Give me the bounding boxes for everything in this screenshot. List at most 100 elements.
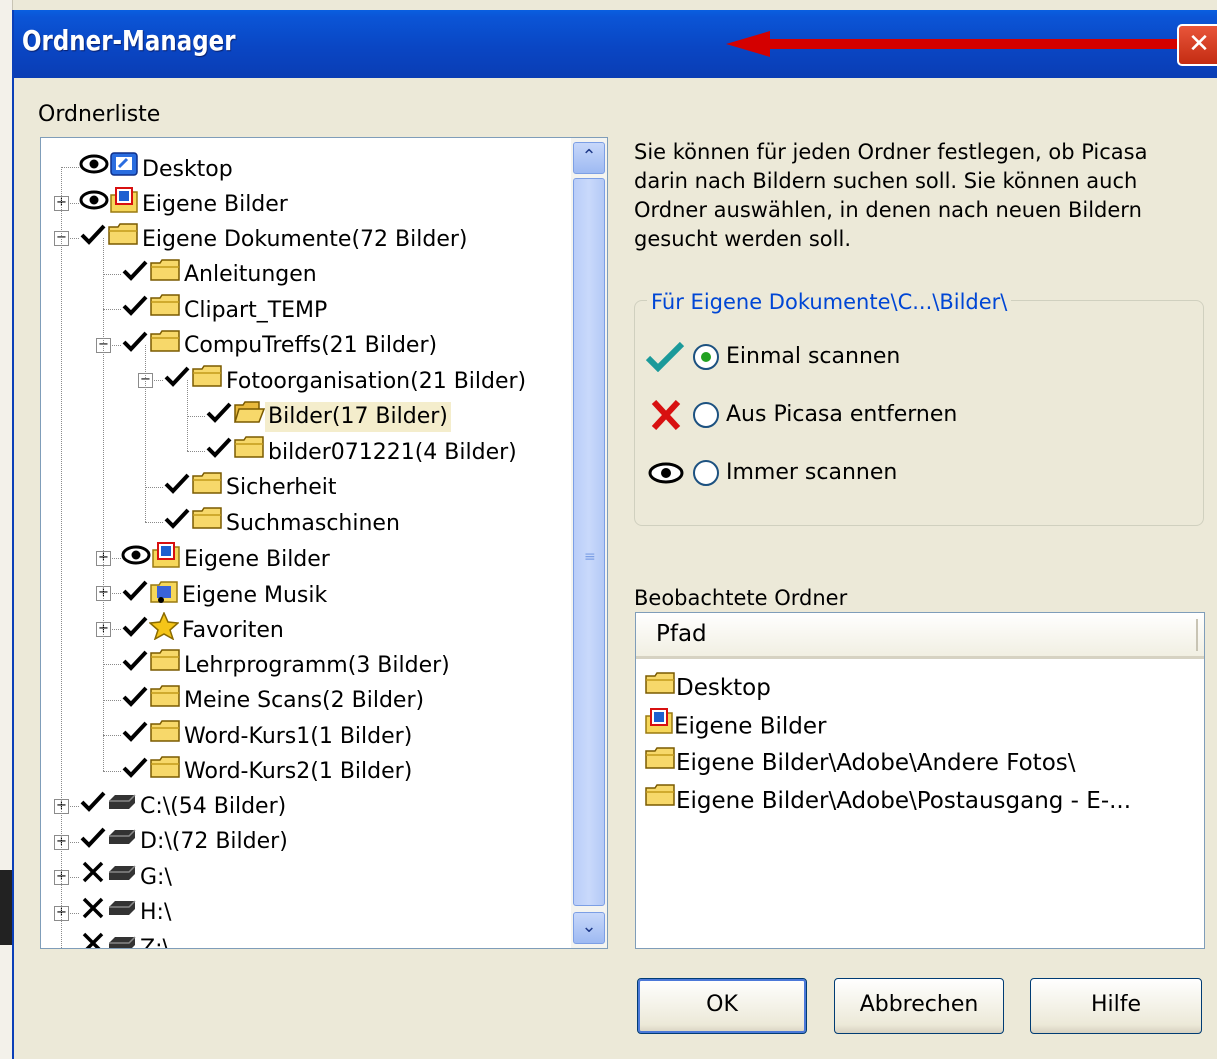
watched-folder-row[interactable]: Eigene Bilder\Adobe\Andere Fotos\ bbox=[644, 744, 1076, 782]
tree-node[interactable]: Eigene Bilder bbox=[79, 186, 291, 220]
tree-node-label: Word-Kurs2(1 Bilder) bbox=[184, 759, 413, 784]
column-header-path[interactable]: Pfad bbox=[636, 613, 1204, 659]
scroll-grip-icon: ≡ bbox=[584, 549, 596, 565]
checkmark-icon[interactable] bbox=[121, 258, 149, 293]
tree-node[interactable]: Favoriten bbox=[121, 610, 287, 649]
help-button[interactable]: Hilfe bbox=[1030, 978, 1202, 1034]
ok-button[interactable]: OK bbox=[637, 978, 807, 1034]
eye-icon[interactable] bbox=[79, 188, 109, 223]
tree-node[interactable]: Eigene Dokumente(72 Bilder) bbox=[79, 221, 470, 255]
title-bar[interactable]: Ordner-Manager ✕ bbox=[14, 10, 1217, 78]
folder-icon bbox=[149, 718, 181, 755]
eye-icon[interactable] bbox=[121, 543, 151, 578]
tree-node[interactable]: CompuTreffs(21 Bilder) bbox=[121, 328, 440, 362]
radio-scan-once[interactable] bbox=[693, 344, 719, 370]
folder-icon bbox=[149, 683, 181, 720]
watched-folder-row[interactable]: Eigene Bilder\Adobe\Postausgang - E-... bbox=[644, 782, 1131, 820]
tree-connector bbox=[145, 486, 163, 488]
tree-scrollbar[interactable]: ⌃ ≡ ⌄ bbox=[571, 138, 607, 948]
tree-node[interactable]: Meine Scans(2 Bilder) bbox=[121, 683, 427, 717]
tree-node[interactable]: Sicherheit bbox=[163, 470, 340, 504]
checkmark-icon bbox=[645, 341, 685, 373]
watched-folder-path: Eigene Bilder\Adobe\Andere Fotos\ bbox=[676, 750, 1076, 776]
tree-node[interactable]: Suchmaschinen bbox=[163, 505, 403, 539]
cross-icon[interactable] bbox=[79, 896, 107, 931]
eye-icon[interactable] bbox=[79, 152, 109, 187]
description-text: Sie können für jeden Ordner festlegen, o… bbox=[634, 140, 1148, 251]
checkmark-icon[interactable] bbox=[121, 719, 149, 754]
cancel-button[interactable]: Abbrechen bbox=[834, 978, 1004, 1034]
cross-icon[interactable] bbox=[79, 931, 107, 948]
tree-node[interactable]: Bilder(17 Bilder) bbox=[205, 399, 451, 433]
watched-folder-row[interactable]: Desktop bbox=[644, 669, 771, 707]
tree-node[interactable]: Word-Kurs1(1 Bilder) bbox=[121, 718, 415, 752]
label-scan-once: Einmal scannen bbox=[726, 344, 901, 369]
tree-node-label: Anleitungen bbox=[184, 262, 317, 287]
tree-node[interactable]: C:\(54 Bilder) bbox=[79, 789, 289, 823]
drive-icon bbox=[107, 825, 137, 859]
tree-node[interactable]: Desktop bbox=[79, 150, 236, 184]
scroll-thumb[interactable]: ≡ bbox=[573, 178, 605, 906]
watched-folders-list[interactable]: Pfad Desktop Eigene Bilder Eigene Bilder\A… bbox=[635, 612, 1205, 949]
tree-node[interactable]: Eigene Musik bbox=[121, 576, 330, 610]
tree-node[interactable]: Word-Kurs2(1 Bilder) bbox=[121, 754, 415, 788]
watched-folder-path: Eigene Bilder\Adobe\Postausgang - E-... bbox=[676, 787, 1132, 814]
checkmark-icon[interactable] bbox=[79, 789, 107, 824]
folder-icon bbox=[233, 434, 265, 471]
drive-icon bbox=[107, 861, 137, 895]
pictures-folder-icon bbox=[151, 541, 181, 580]
column-separator[interactable] bbox=[1196, 619, 1198, 651]
tree-node[interactable]: H:\ bbox=[79, 896, 174, 930]
tree-node[interactable]: Anleitungen bbox=[121, 257, 320, 291]
tree-node-label: Desktop bbox=[142, 156, 233, 182]
tree-node[interactable]: Clipart_TEMP bbox=[121, 292, 330, 326]
eye-icon bbox=[648, 462, 684, 484]
tree-node-label: Eigene Bilder bbox=[142, 192, 288, 217]
drive-icon bbox=[107, 790, 137, 824]
folder-icon bbox=[107, 221, 139, 258]
scroll-down-button[interactable]: ⌄ bbox=[573, 912, 605, 944]
folder-tree[interactable]: Desktop + Eigene Bilder − Eigene Dokumente(7… bbox=[40, 137, 608, 949]
tree-node[interactable]: Z:\ bbox=[79, 931, 173, 949]
checkmark-icon[interactable] bbox=[163, 471, 191, 506]
tree-node[interactable]: D:\(72 Bilder) bbox=[79, 825, 291, 859]
tree-node-label: bilder071221(4 Bilder) bbox=[268, 439, 517, 465]
tree-node[interactable]: Fotoorganisation(21 Bilder) bbox=[163, 363, 529, 397]
folder-icon bbox=[191, 505, 223, 542]
checkmark-icon[interactable] bbox=[121, 648, 149, 683]
radio-always[interactable] bbox=[693, 460, 719, 486]
tree-node[interactable]: Eigene Bilder bbox=[121, 541, 333, 575]
radio-remove[interactable] bbox=[693, 402, 719, 428]
checkmark-icon[interactable] bbox=[79, 825, 107, 860]
checkmark-icon[interactable] bbox=[121, 684, 149, 719]
checkmark-icon[interactable] bbox=[121, 614, 149, 649]
checkmark-icon[interactable] bbox=[121, 755, 149, 790]
scroll-up-button[interactable]: ⌃ bbox=[573, 142, 605, 174]
option-scan-once[interactable]: Einmal scannen bbox=[645, 341, 901, 378]
close-button[interactable]: ✕ bbox=[1177, 24, 1217, 66]
tree-node-label: Z:\ bbox=[140, 935, 170, 949]
tree-connector bbox=[61, 167, 79, 168]
option-remove[interactable]: Aus Picasa entfernen bbox=[646, 399, 957, 436]
tree-connector bbox=[61, 948, 79, 949]
tree-connector bbox=[103, 664, 121, 665]
tree-guide-line bbox=[187, 380, 188, 451]
tree-connector bbox=[103, 770, 121, 772]
checkmark-icon[interactable] bbox=[121, 578, 149, 613]
checkmark-icon[interactable] bbox=[163, 506, 191, 541]
watched-folder-row[interactable]: Eigene Bilder bbox=[644, 707, 826, 745]
red-arrow-annotation bbox=[726, 31, 1178, 57]
cross-icon[interactable] bbox=[79, 860, 107, 895]
folder-icon bbox=[149, 754, 181, 791]
checkmark-icon[interactable] bbox=[205, 435, 233, 470]
tree-node-label: H:\ bbox=[140, 900, 172, 925]
tree-node[interactable]: bilder071221(4 Bilder) bbox=[205, 434, 520, 468]
tree-node-label: G:\ bbox=[140, 864, 172, 890]
checkmark-icon[interactable] bbox=[121, 293, 149, 328]
checkmark-icon[interactable] bbox=[205, 400, 233, 435]
tree-node[interactable]: Lehrprogramm(3 Bilder) bbox=[121, 647, 453, 681]
tree-node-label: C:\(54 Bilder) bbox=[140, 793, 287, 819]
option-always[interactable]: Immer scannen bbox=[646, 458, 897, 494]
tree-node[interactable]: G:\ bbox=[79, 860, 175, 894]
folder-icon bbox=[644, 745, 676, 783]
